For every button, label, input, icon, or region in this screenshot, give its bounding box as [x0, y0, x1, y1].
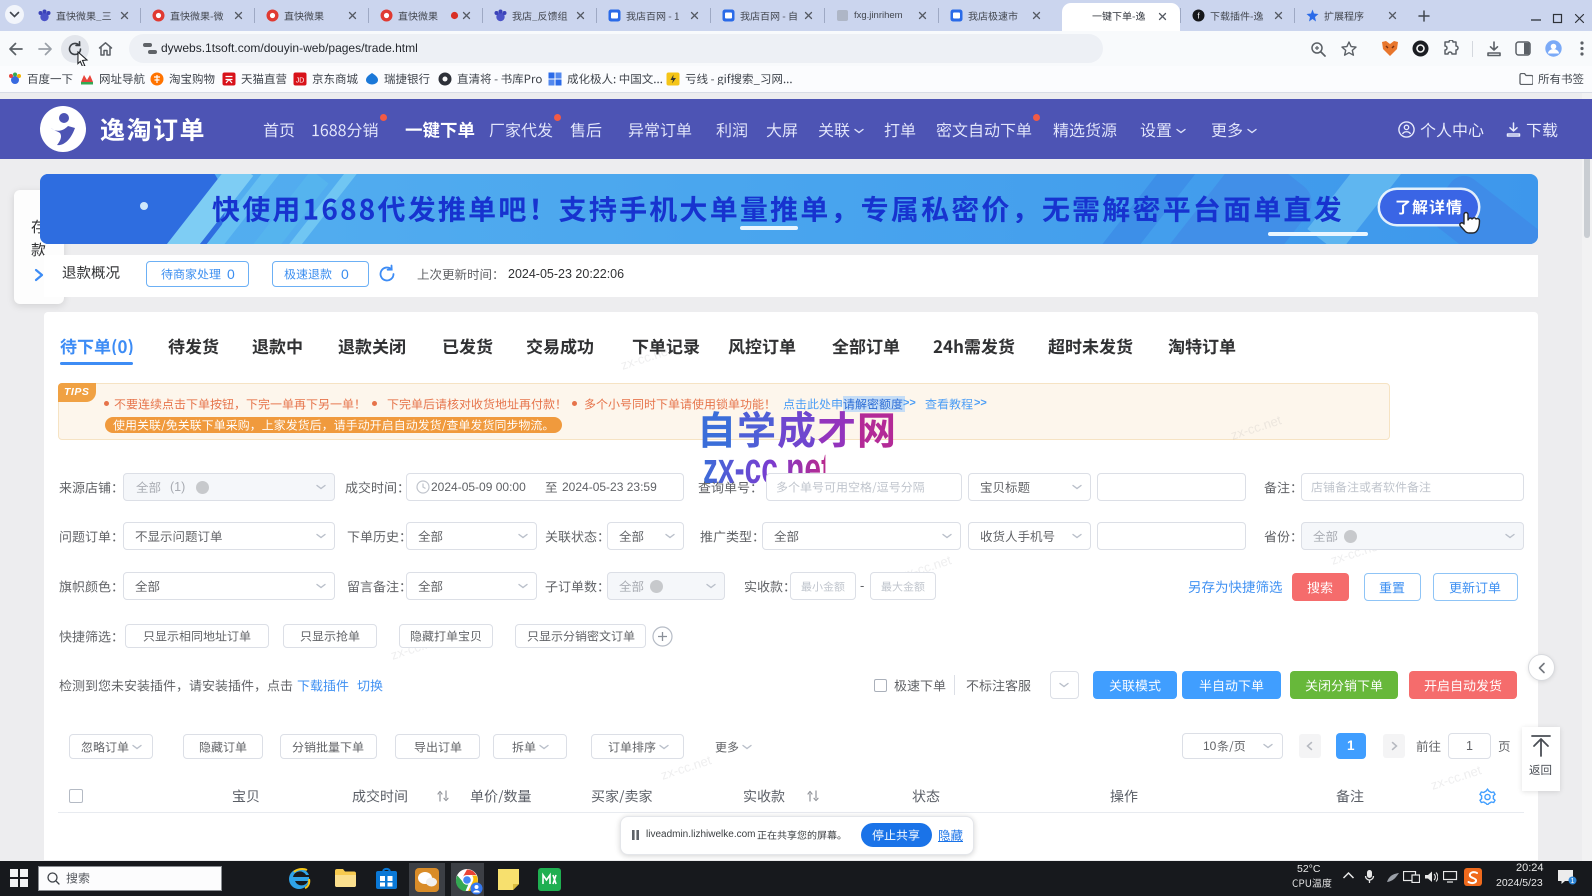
svg-text:1: 1 [1571, 878, 1575, 885]
svg-text:JD: JD [296, 78, 305, 85]
